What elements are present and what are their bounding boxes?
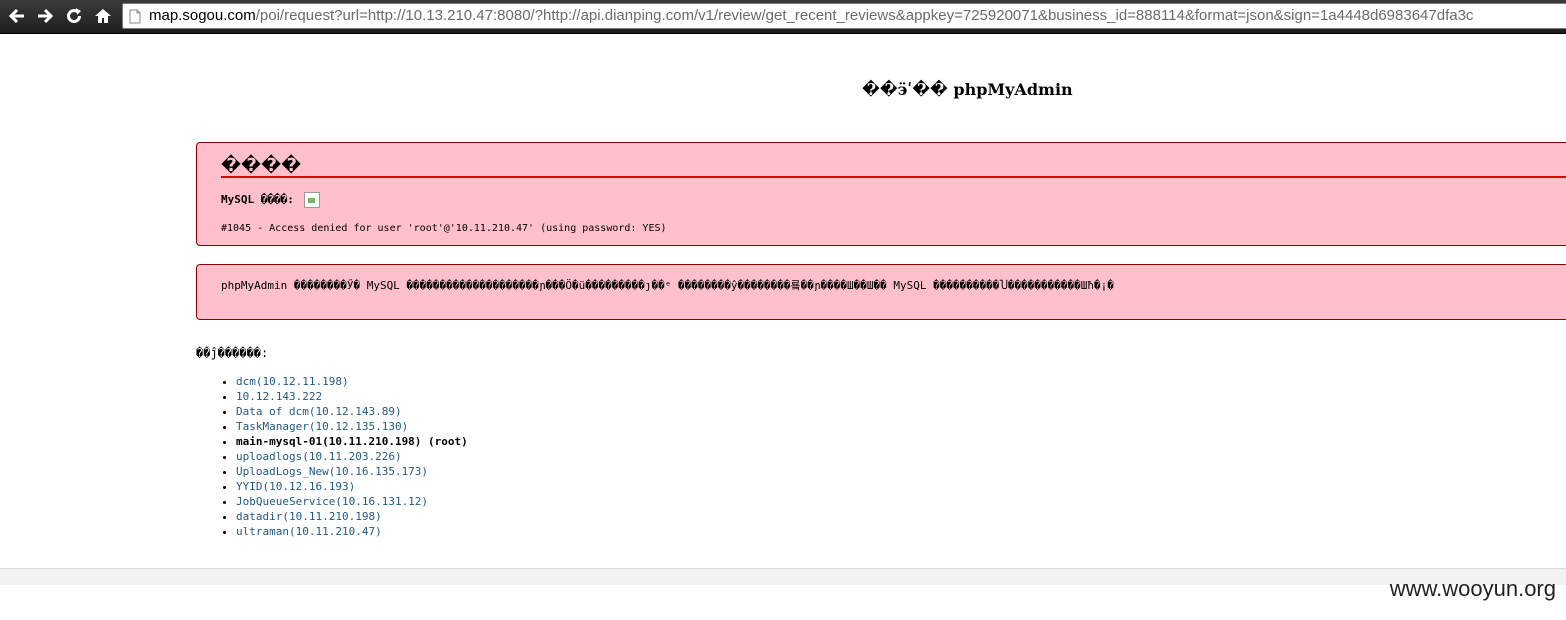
server-link[interactable]: dcm(10.12.11.198) bbox=[236, 375, 349, 388]
watermark: www.wooyun.org bbox=[1389, 576, 1556, 601]
server-link[interactable]: uploadlogs(10.11.203.226) bbox=[236, 450, 402, 463]
server-link[interactable]: YYID(10.12.16.193) bbox=[236, 480, 355, 493]
error-box: ���� MySQL ����: #1045 - Access denied f… bbox=[196, 142, 1566, 246]
server-list-item[interactable]: dcm(10.12.11.198) bbox=[236, 374, 468, 389]
mysql-label: MySQL ����: bbox=[221, 192, 321, 208]
server-list-item[interactable]: uploadlogs(10.11.203.226) bbox=[236, 449, 468, 464]
address-bar[interactable]: map.sogou.com/poi/request?url=http://10.… bbox=[122, 3, 1566, 29]
current-server-label: main-mysql-01(10.11.210.198) (root) bbox=[236, 435, 468, 448]
server-list-item[interactable]: YYID(10.12.16.193) bbox=[236, 479, 468, 494]
server-list-item[interactable]: Data of dcm(10.12.143.89) bbox=[236, 404, 468, 419]
server-link[interactable]: UploadLogs_New(10.16.135.173) bbox=[236, 465, 428, 478]
url-text[interactable]: map.sogou.com/poi/request?url=http://10.… bbox=[149, 7, 1473, 24]
server-link[interactable]: TaskManager(10.12.135.130) bbox=[236, 420, 408, 433]
forward-arrow-icon[interactable] bbox=[33, 4, 57, 28]
server-list-item[interactable]: ultraman(10.11.210.47) bbox=[236, 524, 468, 539]
back-arrow-icon[interactable] bbox=[5, 4, 29, 28]
page-title: ��ӭʹ�� phpMyAdmin bbox=[862, 80, 1073, 99]
error-divider bbox=[221, 176, 1566, 178]
url-host: map.sogou.com bbox=[149, 7, 256, 24]
server-list-item[interactable]: UploadLogs_New(10.16.135.173) bbox=[236, 464, 468, 479]
server-link[interactable]: JobQueueService(10.16.131.12) bbox=[236, 495, 428, 508]
notice-box: phpMyAdmin ��������Ӳ� MySQL ������������… bbox=[196, 264, 1566, 320]
server-link[interactable]: Data of dcm(10.12.143.89) bbox=[236, 405, 402, 418]
server-link[interactable]: ultraman(10.11.210.47) bbox=[236, 525, 382, 538]
notice-text: phpMyAdmin ��������Ӳ� MySQL ������������… bbox=[221, 279, 1114, 292]
mysql-label-text: MySQL ����: bbox=[221, 193, 294, 206]
page-icon bbox=[129, 9, 141, 28]
url-path: /poi/request?url=http://10.13.210.47:808… bbox=[255, 7, 1474, 24]
browser-toolbar: map.sogou.com/poi/request?url=http://10.… bbox=[0, 0, 1566, 34]
server-link[interactable]: 10.12.143.222 bbox=[236, 390, 322, 403]
server-list-item[interactable]: TaskManager(10.12.135.130) bbox=[236, 419, 468, 434]
error-message: #1045 - Access denied for user 'root'@'1… bbox=[221, 223, 667, 234]
server-list-item: main-mysql-01(10.11.210.198) (root) bbox=[236, 434, 468, 449]
home-icon[interactable] bbox=[91, 4, 115, 28]
server-list: dcm(10.12.11.198) 10.12.143.222 Data of dc… bbox=[196, 374, 468, 539]
server-list-item[interactable]: JobQueueService(10.16.131.12) bbox=[236, 494, 468, 509]
server-list-item[interactable]: datadir(10.11.210.198) bbox=[236, 509, 468, 524]
error-title: ���� bbox=[221, 155, 302, 176]
server-list-item[interactable]: 10.12.143.222 bbox=[236, 389, 468, 404]
footer-band bbox=[0, 568, 1566, 585]
broken-image-icon[interactable] bbox=[304, 192, 321, 208]
reload-icon[interactable] bbox=[62, 4, 86, 28]
server-link[interactable]: datadir(10.11.210.198) bbox=[236, 510, 382, 523]
servers-heading: ��ĵ������: bbox=[196, 346, 269, 360]
